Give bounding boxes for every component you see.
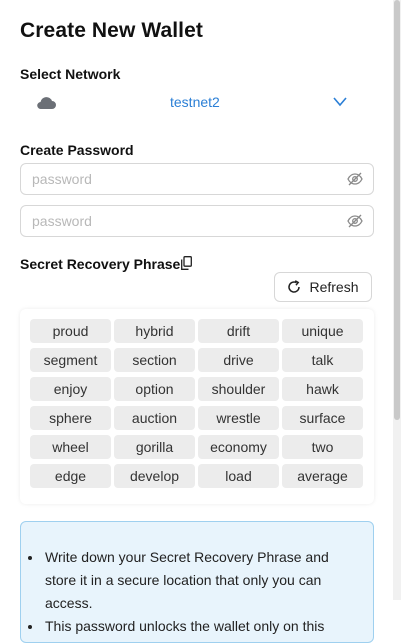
recovery-word: auction — [114, 406, 195, 430]
recovery-word: shoulder — [198, 377, 279, 401]
chevron-down-icon — [333, 97, 347, 107]
refresh-button[interactable]: Refresh — [274, 272, 372, 302]
recovery-word: wheel — [30, 435, 111, 459]
eye-off-icon[interactable] — [347, 213, 363, 229]
create-password-label: Create Password — [20, 142, 134, 158]
recovery-word: drift — [198, 319, 279, 343]
recovery-word: proud — [30, 319, 111, 343]
info-list: Write down your Secret Recovery Phrase a… — [21, 546, 363, 638]
recovery-word: drive — [198, 348, 279, 372]
page-title: Create New Wallet — [20, 19, 203, 42]
recovery-word: load — [198, 464, 279, 488]
recovery-word: gorilla — [114, 435, 195, 459]
recovery-phrase-label: Secret Recovery Phrase — [20, 256, 181, 272]
recovery-word: option — [114, 377, 195, 401]
password-input[interactable] — [32, 170, 332, 188]
recovery-word: unique — [282, 319, 363, 343]
eye-off-icon[interactable] — [347, 171, 363, 187]
recovery-word: wrestle — [198, 406, 279, 430]
copy-icon[interactable] — [181, 256, 192, 270]
recovery-word: edge — [30, 464, 111, 488]
recovery-word: hybrid — [114, 319, 195, 343]
recovery-word: enjoy — [30, 377, 111, 401]
recovery-word: sphere — [30, 406, 111, 430]
recovery-word: two — [282, 435, 363, 459]
recovery-word: develop — [114, 464, 195, 488]
scrollbar[interactable] — [393, 0, 401, 600]
info-item: Write down your Secret Recovery Phrase a… — [43, 546, 363, 615]
confirm-password-input[interactable] — [32, 212, 332, 230]
recovery-word: section — [114, 348, 195, 372]
recovery-word: surface — [282, 406, 363, 430]
network-select[interactable]: testnet2 — [20, 89, 374, 117]
password-field — [20, 163, 374, 195]
info-item: This password unlocks the wallet only on… — [43, 615, 363, 638]
info-box: Write down your Secret Recovery Phrase a… — [20, 521, 374, 643]
cloud-icon — [37, 97, 56, 109]
select-network-label: Select Network — [20, 66, 121, 82]
scrollbar-thumb[interactable] — [394, 0, 400, 420]
network-selected-value: testnet2 — [170, 94, 220, 110]
recovery-word: economy — [198, 435, 279, 459]
recovery-word: segment — [30, 348, 111, 372]
recovery-phrase-grid: proud hybrid drift unique segment section driv… — [20, 309, 374, 504]
refresh-label: Refresh — [309, 279, 359, 295]
recovery-word: hawk — [282, 377, 363, 401]
confirm-password-field — [20, 205, 374, 237]
recovery-word: average — [282, 464, 363, 488]
recovery-word: talk — [282, 348, 363, 372]
refresh-icon — [288, 280, 301, 293]
